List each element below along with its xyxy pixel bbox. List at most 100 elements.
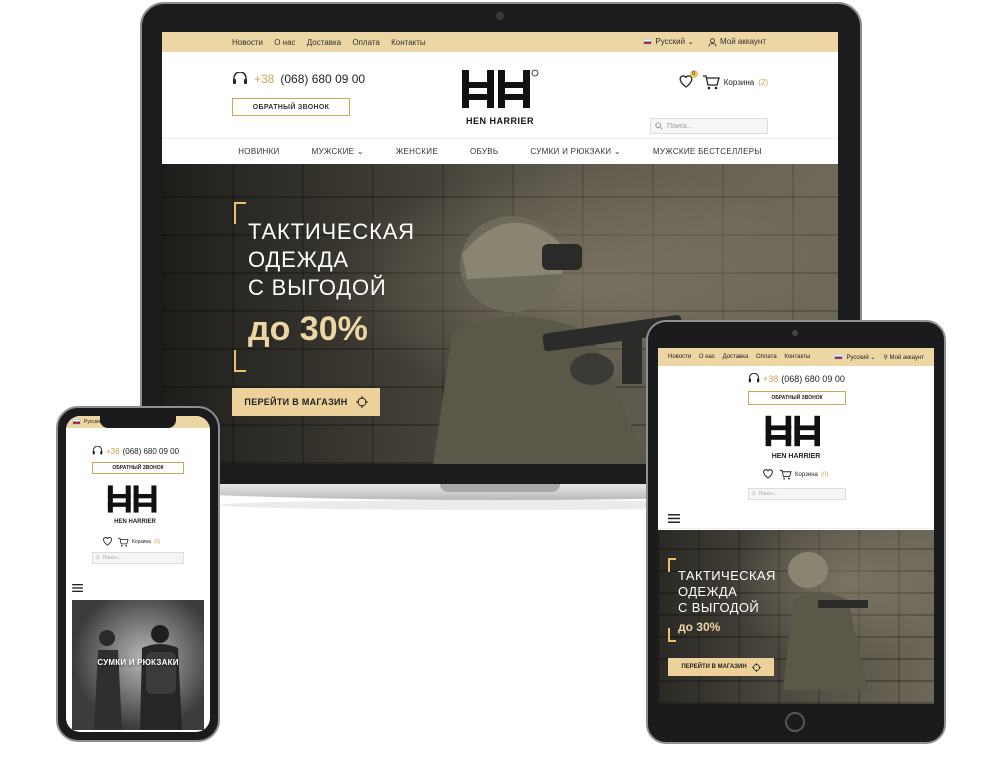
- phone-cart-label: Корзина: [132, 539, 152, 545]
- tablet-cart-area: Корзина (0): [762, 468, 828, 481]
- tablet-search-placeholder: Поиск...: [758, 491, 777, 497]
- tablet-top-link-contacts[interactable]: Контакты: [784, 354, 810, 360]
- heart-icon: [763, 469, 773, 479]
- top-links: Новости О нас Доставка Оплата Контакты: [232, 38, 435, 47]
- top-link-about[interactable]: О нас: [274, 38, 295, 47]
- flag-icon: [834, 353, 844, 360]
- phone-language-selector[interactable]: Русский: [72, 419, 103, 425]
- tablet-top-bar: Новости О нас Доставка Оплата Контакты Р…: [658, 348, 934, 366]
- tablet-language-selector[interactable]: Русский ⌄: [834, 353, 875, 361]
- hero-title: ТАКТИЧЕСКАЯ ОДЕЖДА С ВЫГОДОЙ: [248, 218, 415, 302]
- phone-wishlist-button[interactable]: [102, 536, 113, 548]
- tablet-top-link-news[interactable]: Новости: [668, 354, 691, 360]
- phone-search-placeholder: Поиск...: [102, 555, 121, 561]
- shop-now-button[interactable]: ПЕРЕЙТИ В МАГАЗИН: [232, 388, 380, 416]
- phone-logo[interactable]: HEN HARRIER: [106, 484, 164, 525]
- tablet-top-link-about[interactable]: О нас: [699, 354, 715, 360]
- search-placeholder: Поиск...: [667, 122, 693, 130]
- phone-contact[interactable]: +38 (068) 680 09 00: [232, 72, 365, 86]
- site-logo[interactable]: HEN HARRIER: [460, 68, 540, 126]
- account-link[interactable]: Мой аккаунт: [708, 37, 766, 46]
- phone-search-input[interactable]: ⚲ Поиск...: [92, 552, 184, 564]
- crosshair-icon: [751, 662, 761, 672]
- laptop-camera: [496, 12, 504, 20]
- phone-contact-row[interactable]: +38 (068) 680 09 00: [92, 446, 179, 456]
- nav-item-shoes[interactable]: ОБУВЬ: [470, 147, 498, 156]
- phone-number: (068) 680 09 00: [280, 72, 366, 86]
- tablet-search-input[interactable]: ⚲ Поиск...: [748, 488, 846, 500]
- headset-icon: [748, 373, 760, 383]
- hero-discount: до 30%: [248, 310, 368, 348]
- site-header: +38 (068) 680 09 00 ОБРАТНЫЙ ЗВОНОК HEN …: [162, 52, 838, 138]
- chevron-down-icon: ⌄: [687, 37, 695, 47]
- hamburger-menu-icon[interactable]: [668, 514, 680, 523]
- tablet-logo[interactable]: HEN HARRIER: [764, 414, 828, 460]
- top-link-news[interactable]: Новости: [232, 38, 263, 47]
- cart-icon: [118, 537, 129, 547]
- tablet-shop-now-label: ПЕРЕЙТИ В МАГАЗИН: [681, 664, 747, 670]
- hero-title-line2: ОДЕЖДА: [248, 247, 349, 272]
- flag-icon: [643, 39, 653, 46]
- nav-item-bags[interactable]: СУМКИ И РЮКЗАКИ ⌄: [530, 147, 620, 156]
- tablet-cart-label: Корзина: [795, 471, 818, 478]
- phone-logo-text: HEN HARRIER: [114, 519, 156, 525]
- phone-notch: [100, 416, 176, 428]
- tablet-language-label: Русский: [846, 354, 869, 361]
- hero-bracket-top: [234, 202, 246, 224]
- top-bar: Новости О нас Доставка Оплата Контакты Р…: [162, 32, 838, 52]
- nav-item-bestsellers[interactable]: МУЖСКИЕ БЕСТСЕЛЛЕРЫ: [653, 147, 762, 156]
- cart-icon: [780, 469, 792, 480]
- phone-cart-button[interactable]: Корзина (0): [117, 537, 160, 547]
- account-label: Мой аккаунт: [720, 37, 766, 47]
- phone-screen: Русский +38 (068) 680 09 00 ОБРАТНЫЙ ЗВО…: [66, 416, 210, 732]
- phone-cart-count: (0): [154, 539, 161, 545]
- top-link-delivery[interactable]: Доставка: [307, 38, 341, 47]
- nav-item-new[interactable]: НОВИНКИ: [238, 147, 279, 156]
- tablet-shop-now-button[interactable]: ПЕРЕЙТИ В МАГАЗИН: [668, 658, 774, 676]
- hamburger-menu-icon[interactable]: [72, 584, 83, 592]
- hero-title-line3: С ВЫГОДОЙ: [248, 275, 387, 300]
- tablet-camera: [792, 330, 798, 336]
- cart-label: Корзина: [723, 77, 755, 87]
- phone-category-banner[interactable]: СУМКИ И РЮКЗАКИ: [72, 600, 204, 730]
- tablet-screen: Новости О нас Доставка Оплата Контакты Р…: [658, 348, 934, 704]
- tablet-hero-title-line1: ТАКТИЧЕСКАЯ: [678, 568, 776, 583]
- headset-icon: [233, 72, 247, 84]
- logo-mark-icon: [462, 69, 539, 108]
- tablet-hero-discount: до 30%: [678, 620, 721, 634]
- heart-icon: [103, 537, 112, 546]
- tablet-hero-banner: ТАКТИЧЕСКАЯ ОДЕЖДА С ВЫГОДОЙ до 30% ПЕРЕ…: [658, 530, 934, 704]
- tablet-home-button: [785, 712, 805, 732]
- tablet-hero-title-line3: С ВЫГОДОЙ: [678, 600, 760, 615]
- logo-text: HEN HARRIER: [465, 116, 534, 126]
- tablet-logo-text: HEN HARRIER: [771, 453, 821, 460]
- top-link-payment[interactable]: Оплата: [352, 38, 380, 47]
- search-input[interactable]: Поиск...: [650, 118, 768, 134]
- tablet-divider: [658, 528, 934, 529]
- cart-icon: [702, 75, 720, 90]
- nav-item-women[interactable]: ЖЕНСКИЕ: [396, 147, 438, 156]
- tablet-top-link-payment[interactable]: Оплата: [756, 354, 777, 360]
- cart-button[interactable]: Корзина (2): [702, 74, 768, 90]
- tablet-phone-number: (068) 680 09 00: [781, 373, 845, 384]
- nav-item-men[interactable]: МУЖСКИЕ ⌄: [312, 147, 364, 156]
- tablet-phone-contact[interactable]: +38 (068) 680 09 00: [748, 373, 845, 384]
- tablet-cart-button[interactable]: Корзина (0): [779, 469, 828, 480]
- phone-callback-button[interactable]: ОБРАТНЫЙ ЗВОНОК: [92, 462, 184, 474]
- shop-now-label: ПЕРЕЙТИ В МАГАЗИН: [244, 397, 348, 407]
- tablet-top-link-delivery[interactable]: Доставка: [723, 354, 749, 360]
- wishlist-badge: 0: [689, 70, 698, 78]
- tablet-wishlist-button[interactable]: [762, 468, 774, 481]
- top-link-contacts[interactable]: Контакты: [391, 38, 426, 47]
- chevron-down-icon: ⌄: [613, 147, 621, 156]
- wishlist-button[interactable]: 0: [678, 70, 698, 90]
- search-icon: ⚲: [96, 555, 100, 561]
- flag-icon: [72, 419, 81, 425]
- search-icon: ⚲: [752, 491, 756, 497]
- language-selector[interactable]: Русский ⌄: [643, 37, 694, 46]
- tablet-callback-button[interactable]: ОБРАТНЫЙ ЗВОНОК: [748, 391, 846, 405]
- logo-mark-icon: [765, 415, 820, 447]
- callback-button[interactable]: ОБРАТНЫЙ ЗВОНОК: [232, 98, 350, 116]
- tablet-account-link[interactable]: ⚲ Мой аккаунт: [883, 354, 924, 361]
- search-icon: [655, 122, 663, 130]
